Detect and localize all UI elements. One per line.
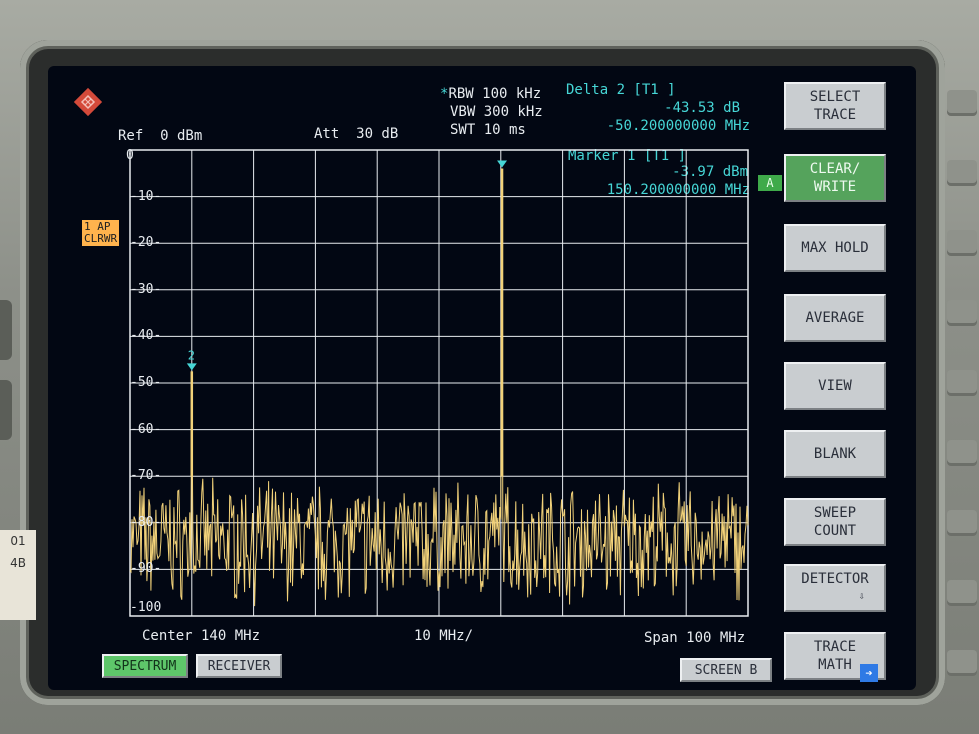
trace-a-badge: A xyxy=(758,175,782,191)
delta-marker-freq: -50.200000000 MHz xyxy=(606,118,750,134)
rbw-readout: *RBW 100 kHz xyxy=(440,86,541,102)
delta-marker-label: 2 xyxy=(188,348,195,362)
average-key[interactable]: AVERAGE xyxy=(784,294,886,342)
softkey-label: WRITE xyxy=(813,179,857,195)
softkey-label: DETECTOR xyxy=(801,571,869,587)
vbw-readout: VBW 300 kHz xyxy=(450,104,543,120)
sweep-count-key[interactable]: SWEEP COUNT xyxy=(784,498,886,546)
blank-key[interactable]: BLANK xyxy=(784,430,886,478)
tab-spectrum[interactable]: SPECTRUM xyxy=(102,654,188,678)
softkey-label: TRACE xyxy=(813,107,857,123)
y-tick-label: -100 xyxy=(130,600,162,615)
spectrum-plot: 2 xyxy=(129,149,749,617)
view-key[interactable]: VIEW xyxy=(784,362,886,410)
detector-key[interactable]: DETECTOR ⇩ xyxy=(784,564,886,612)
hardware-key[interactable] xyxy=(947,650,977,676)
delta-marker-level: -43.53 dB xyxy=(664,100,740,116)
softkey-label: TRACE xyxy=(813,639,857,655)
trace-mode-line2: CLRWR xyxy=(84,232,118,245)
frequency-division: 10 MHz/ xyxy=(414,628,474,644)
y-tick-label: -60- xyxy=(130,421,162,437)
y-tick-label: -30- xyxy=(130,281,162,297)
softkey-label: VIEW xyxy=(818,378,852,394)
y-tick-label: -50- xyxy=(130,375,162,390)
y-tick-label: -40- xyxy=(130,328,162,344)
softkey-label: AVERAGE xyxy=(805,310,865,326)
span-frequency: Span 100 MHz xyxy=(644,630,746,646)
calibration-sticker: 01 4B xyxy=(0,530,36,620)
softkey-label: SWEEP xyxy=(813,505,857,521)
softkey-label: SELECT xyxy=(809,89,861,105)
hardware-key[interactable] xyxy=(947,230,977,256)
hardware-key[interactable] xyxy=(947,440,977,466)
softkey-label: MATH xyxy=(818,657,852,673)
next-page-icon[interactable]: ➔ xyxy=(860,664,878,682)
sticker-text: 4B xyxy=(10,556,26,570)
y-tick-label: -80- xyxy=(130,514,162,530)
marker1-icon xyxy=(497,160,508,168)
tab-receiver[interactable]: RECEIVER xyxy=(196,654,282,678)
trace-mode-badge: 1 AP CLRWR xyxy=(82,220,120,246)
clear-write-key[interactable]: CLEAR/WRITE xyxy=(784,154,886,202)
rbw-value: RBW 100 kHz xyxy=(448,86,542,102)
side-button[interactable] xyxy=(0,380,12,440)
swt-readout: SWT 10 ms xyxy=(450,122,526,138)
screen-b-button[interactable]: SCREEN B xyxy=(680,658,772,682)
submenu-arrow-icon: ⇩ xyxy=(858,591,865,602)
center-frequency: Center 140 MHz xyxy=(142,628,261,644)
hardware-key[interactable] xyxy=(947,300,977,326)
hardware-key[interactable] xyxy=(947,580,977,606)
y-tick-label: 0 xyxy=(126,148,134,163)
y-tick-label: -70- xyxy=(130,468,162,484)
y-tick-label: -90- xyxy=(130,561,162,577)
hardware-key[interactable] xyxy=(947,160,977,186)
sticker-text: 01 xyxy=(10,534,26,548)
y-tick-label: -10- xyxy=(130,188,162,204)
softkey-label: CLEAR/ xyxy=(809,161,861,177)
ref-level: Ref 0 dBm xyxy=(118,128,203,144)
attenuation: Att 30 dB xyxy=(314,126,399,142)
y-tick-label: -20- xyxy=(130,235,162,251)
hardware-key[interactable] xyxy=(947,510,977,536)
softkey-label: MAX HOLD xyxy=(801,240,869,256)
delta-marker-title: Delta 2 [T1 ] xyxy=(566,82,676,98)
delta-marker-icon xyxy=(186,363,197,371)
side-button[interactable] xyxy=(0,300,12,360)
hardware-key[interactable] xyxy=(947,90,977,116)
softkey-label: COUNT xyxy=(813,523,857,539)
select-trace-key[interactable]: SELECT TRACE xyxy=(784,82,886,130)
rs-logo-icon xyxy=(73,87,103,117)
softkey-label: BLANK xyxy=(813,446,857,462)
hardware-softkeys xyxy=(939,60,979,700)
hardware-key[interactable] xyxy=(947,370,977,396)
max-hold-key[interactable]: MAX HOLD xyxy=(784,224,886,272)
